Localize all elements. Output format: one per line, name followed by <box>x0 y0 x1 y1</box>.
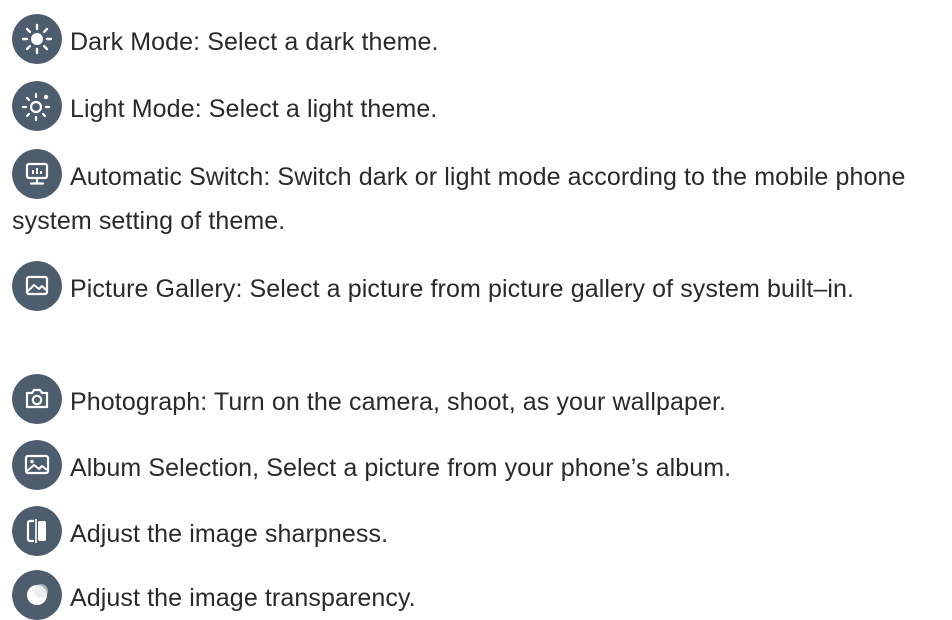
list-item: Photograph: Turn on the camera, shoot, a… <box>12 374 944 424</box>
item-text: Picture Gallery: Select a picture from p… <box>70 275 855 303</box>
item-text: Album Selection, Select a picture from y… <box>70 454 732 482</box>
item-text: Adjust the image sharpness. <box>70 520 389 548</box>
list-item: Picture Gallery: Select a picture from p… <box>12 261 944 311</box>
item-text: Light Mode: Select a light theme. <box>70 95 438 123</box>
list-item: Adjust the image transparency. <box>12 570 944 620</box>
automatic-switch-icon[interactable] <box>12 149 62 199</box>
list-item: Dark Mode: Select a dark theme. <box>12 14 944 64</box>
list-item: Automatic Switch: Switch dark or light m… <box>12 149 944 243</box>
sharpness-icon[interactable] <box>12 506 62 556</box>
help-page: { "colors": { "icon_bg": "#4e5d6e", "ico… <box>0 0 952 620</box>
item-text: Automatic Switch: Switch dark or light m… <box>12 163 906 235</box>
picture-gallery-icon[interactable] <box>12 261 62 311</box>
list-item: Album Selection, Select a picture from y… <box>12 440 944 490</box>
list-item: Adjust the image sharpness. <box>12 506 944 556</box>
dark-mode-icon[interactable] <box>12 14 62 64</box>
item-text: Dark Mode: Select a dark theme. <box>70 28 439 56</box>
camera-icon[interactable] <box>12 374 62 424</box>
list-item: Light Mode: Select a light theme. <box>12 81 944 131</box>
light-mode-icon[interactable] <box>12 81 62 131</box>
transparency-icon[interactable] <box>12 570 62 620</box>
album-icon[interactable] <box>12 440 62 490</box>
item-text: Photograph: Turn on the camera, shoot, a… <box>70 388 727 416</box>
